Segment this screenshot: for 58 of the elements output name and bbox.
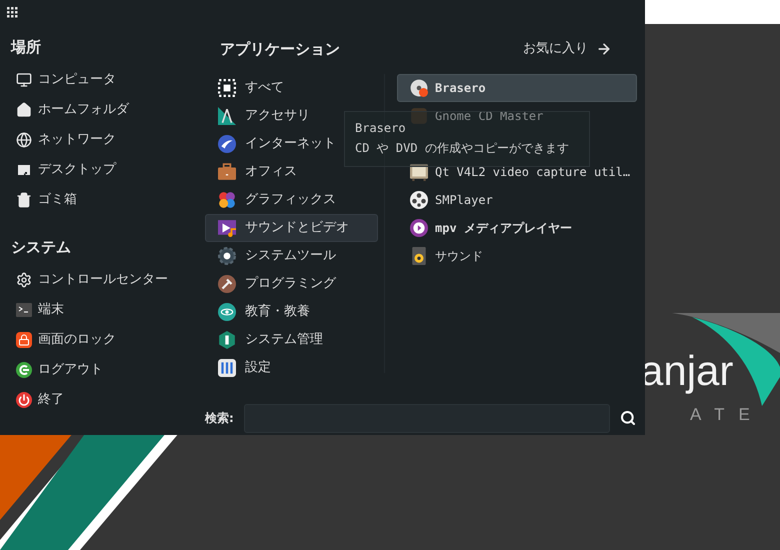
tooltip-text: CD や DVD の作成やコピーができます (355, 140, 570, 157)
category-item[interactable]: 教育・教養 (205, 298, 315, 326)
place-item[interactable]: ネットワーク (11, 125, 124, 155)
desktop-icon (16, 162, 32, 178)
briefcase-icon (218, 163, 236, 181)
favorites-link[interactable]: お気に入り (523, 39, 612, 59)
logo-text: anjar (640, 350, 734, 392)
petals-icon (218, 191, 236, 209)
gear-icon (218, 247, 236, 265)
tv-icon (410, 163, 428, 181)
compass-icon (218, 107, 236, 125)
system-item[interactable]: ログアウト (11, 355, 111, 385)
app-item[interactable]: mpv メディアプレイヤー (407, 214, 577, 242)
logo-subtext: ATE (690, 406, 764, 423)
play-icon (410, 219, 428, 237)
home-icon (16, 102, 32, 118)
film-music-icon (218, 219, 236, 237)
place-item[interactable]: デスクトップ (11, 155, 124, 185)
category-item[interactable]: アクセサリ (205, 102, 315, 130)
app-grid-icon[interactable] (7, 6, 18, 18)
hammer-icon (218, 275, 236, 293)
film-reel-icon (410, 191, 428, 209)
category-item[interactable]: サウンドとビデオ (205, 214, 378, 242)
section-heading: アプリケーション (220, 38, 340, 60)
terminal-icon (16, 302, 32, 318)
app-item[interactable]: SMPlayer (407, 186, 498, 214)
category-item[interactable]: システムツール (205, 242, 341, 270)
monitor-icon (16, 72, 32, 88)
category-item[interactable]: プログラミング (205, 270, 341, 298)
section-heading: 場所 (11, 37, 42, 57)
tooltip-title: Brasero (355, 120, 407, 137)
system-item[interactable]: 端末 (11, 295, 72, 325)
sliders-icon (218, 359, 236, 377)
system-item[interactable]: 画面のロック (11, 325, 124, 355)
grid-icon (218, 79, 236, 97)
category-item[interactable]: すべて (205, 74, 289, 102)
app-item[interactable]: Brasero (397, 74, 637, 102)
lock-icon (16, 332, 32, 348)
place-item[interactable]: ホームフォルダ (11, 95, 137, 125)
system-item[interactable]: 終了 (11, 385, 72, 415)
category-item[interactable]: オフィス (205, 158, 302, 186)
logout-icon (16, 362, 32, 378)
category-item[interactable]: 設定 (205, 354, 276, 382)
category-item[interactable]: システム管理 (205, 326, 328, 354)
system-item[interactable]: コントロールセンター (11, 265, 176, 295)
category-item[interactable]: インターネット (205, 130, 341, 158)
app-item[interactable]: Qt V4L2 video capture util… (407, 158, 636, 186)
trash-icon (16, 192, 32, 208)
place-item[interactable]: コンピュータ (11, 65, 124, 95)
place-item[interactable]: ゴミ箱 (11, 185, 85, 215)
search-icon[interactable] (620, 410, 636, 426)
speaker-icon (410, 247, 428, 265)
app-item[interactable]: サウンド (407, 242, 488, 270)
gears-icon (16, 272, 32, 288)
section-heading: システム (11, 237, 72, 257)
category-item[interactable]: グラフィックス (205, 186, 341, 214)
power-icon (16, 392, 32, 408)
search-label: 検索: (205, 410, 235, 427)
